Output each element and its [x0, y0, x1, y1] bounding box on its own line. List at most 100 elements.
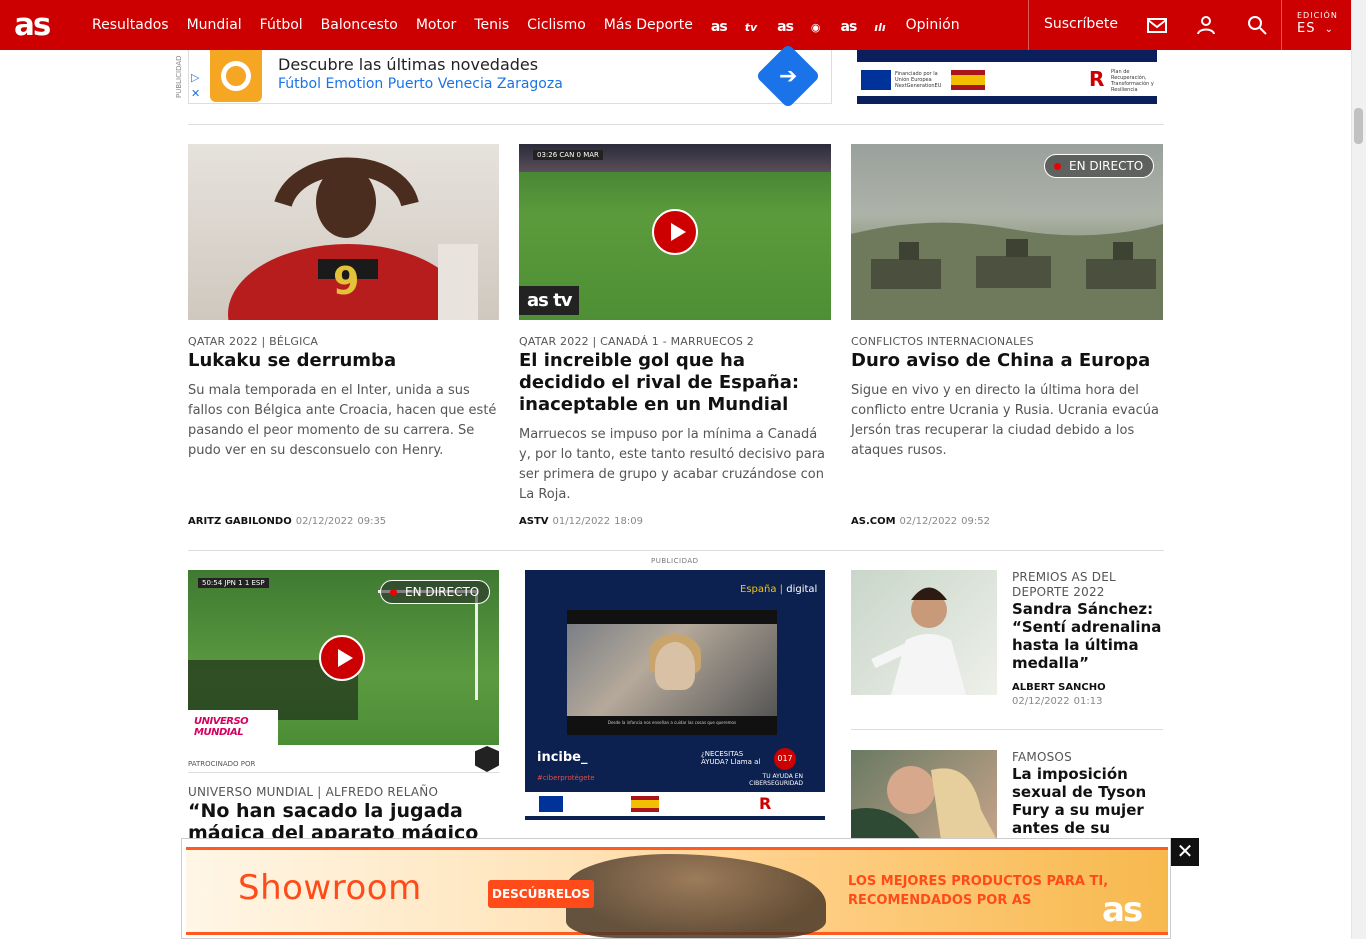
child-face — [655, 642, 695, 690]
play-icon[interactable] — [652, 209, 698, 255]
nav-item-baloncesto[interactable]: Baloncesto — [321, 17, 398, 33]
ad-choices-icon[interactable]: ▷ ✕ — [191, 70, 200, 102]
boot-image — [566, 854, 826, 938]
author-name[interactable]: AS.COM — [851, 516, 896, 527]
article-title[interactable]: El increible gol que ha decidido el riva… — [519, 350, 831, 416]
incibe-logo: incibe_ — [537, 750, 588, 765]
scrollbar-thumb[interactable] — [1354, 108, 1363, 144]
brand-main: as — [840, 19, 858, 35]
nav-as-tv[interactable]: as tv — [711, 14, 757, 36]
audio-icon: ılı — [874, 21, 886, 34]
eu-funding-ad[interactable]: Financiado por la Unión Europea NextGene… — [857, 50, 1157, 104]
nav-item-resultados[interactable]: Resultados — [92, 17, 169, 33]
ad-label: PUBLICIDAD — [175, 55, 183, 99]
help-text: ¿NECESITAS AYUDA? Llama al — [701, 750, 761, 766]
discover-button[interactable]: DESCÚBRELOS — [488, 880, 594, 908]
tyson-fury-photo[interactable] — [851, 750, 997, 840]
nav-as-foto[interactable]: as ◉ — [777, 14, 820, 36]
article-kicker[interactable]: UNIVERSO MUNDIAL | ALFREDO RELAÑO — [188, 785, 438, 799]
nav-as-audio[interactable]: as ılı — [841, 14, 886, 36]
tyson-fury-image — [851, 766, 997, 840]
sandra-sanchez-photo[interactable] — [851, 570, 997, 695]
article-kicker[interactable]: QATAR 2022 | CANADÁ 1 - MARRUECOS 2 — [519, 335, 754, 348]
main-nav: Resultados Mundial Fútbol Baloncesto Mot… — [92, 0, 978, 50]
camera-icon: ◉ — [810, 21, 821, 34]
article-byline: ARITZ GABILONDO 02/12/2022 09:35 — [188, 516, 386, 527]
showroom-banner: Showroom DESCÚBRELOS LOS MEJORES PRODUCT… — [186, 847, 1168, 938]
article-byline: AS.COM 02/12/2022 09:52 — [851, 516, 990, 527]
video-frame: Desde la infancia nos enseñan a cuidar l… — [567, 610, 777, 735]
incibe-ad[interactable]: España | digital Desde la infancia nos e… — [525, 570, 825, 820]
help-number: 017 — [774, 748, 796, 770]
video-caption: Desde la infancia nos enseñan a cuidar l… — [607, 720, 737, 725]
sidebar-kicker[interactable]: PREMIOS AS DEL DEPORTE 2022 — [1012, 570, 1164, 600]
article-date: 02/12/2022 — [295, 516, 354, 527]
page-scrollbar[interactable] — [1351, 0, 1366, 939]
showroom-message: LOS MEJORES PRODUCTOS PARA TI, RECOMENDA… — [848, 874, 1109, 908]
nav-item-ciclismo[interactable]: Ciclismo — [527, 17, 586, 33]
nav-item-opinion[interactable]: Opinión — [906, 17, 960, 33]
live-badge: EN DIRECTO — [1044, 154, 1155, 178]
lukaku-photo[interactable]: 9 — [188, 144, 499, 320]
article-kicker[interactable]: QATAR 2022 | BÉLGICA — [188, 335, 318, 348]
article-summary: Sigue en vivo y en directo la última hor… — [851, 383, 1159, 458]
eu-flag-icon — [539, 796, 563, 812]
scoreboard: 03:26 CAN 0 MAR — [533, 150, 603, 160]
nav-item-futbol[interactable]: Fútbol — [260, 17, 303, 33]
plan-logo: R — [1089, 67, 1105, 91]
edition-label: EDICIÓN — [1297, 11, 1338, 20]
sidebar-author: ALBERT SANCHO — [1012, 682, 1106, 693]
divider — [188, 124, 1164, 125]
brand-text-2: digital — [786, 584, 818, 595]
top-ad-banner[interactable]: PUBLICIDAD ▷ ✕ Descubre las últimas noved… — [175, 43, 832, 109]
search-icon[interactable] — [1246, 14, 1268, 36]
article-time: 18:09 — [614, 516, 643, 527]
sidebar-kicker[interactable]: FAMOSOS — [1012, 750, 1072, 764]
nav-item-mas-deporte[interactable]: Más Deporte — [604, 17, 693, 33]
ad-subline[interactable]: Fútbol Emotion Puerto Venecia Zaragoza — [278, 76, 563, 92]
article-title[interactable]: “No han sacado la jugada mágica del apar… — [188, 800, 499, 840]
subscribe-link[interactable]: Suscríbete — [1044, 16, 1118, 32]
live-badge: EN DIRECTO — [380, 580, 491, 604]
article-time: 09:35 — [357, 516, 387, 527]
edition-value: ES ⌄ — [1297, 21, 1338, 36]
chevron-down-icon: ⌄ — [1324, 24, 1334, 35]
brand-main: as — [710, 19, 728, 35]
sponsor-logo-icon[interactable] — [475, 746, 499, 772]
nav-divider — [1281, 0, 1282, 50]
play-icon[interactable] — [319, 635, 365, 681]
article-date: 02/12/2022 — [899, 516, 958, 527]
nav-divider — [1028, 0, 1029, 50]
top-navigation-bar: as Resultados Mundial Fútbol Baloncesto … — [0, 0, 1351, 50]
article-title[interactable]: Lukaku se derrumba — [188, 350, 499, 372]
user-icon[interactable] — [1195, 14, 1217, 36]
astv-badge: as tv — [519, 286, 580, 315]
article-kicker[interactable]: CONFLICTOS INTERNACIONALES — [851, 335, 1034, 348]
karate-image — [871, 587, 966, 695]
nav-item-motor[interactable]: Motor — [416, 17, 456, 33]
nav-item-mundial[interactable]: Mundial — [187, 17, 242, 33]
divider — [851, 729, 1163, 730]
article-title[interactable]: Duro aviso de China a Europa — [851, 350, 1163, 372]
as-logo[interactable]: as — [14, 8, 51, 42]
plan-logo: R — [759, 794, 772, 813]
author-name[interactable]: ASTV — [519, 516, 549, 527]
hashtag: #ciberprotégete — [537, 774, 595, 782]
article-time: 09:52 — [961, 516, 990, 527]
article-date: 01/12/2022 — [552, 516, 611, 527]
sponsor-label: PATROCINADO POR — [188, 760, 256, 768]
goal-post — [378, 590, 478, 700]
author-name[interactable]: ARITZ GABILONDO — [188, 516, 292, 527]
sidebar-title[interactable]: Sandra Sánchez: “Sentí adrenalina hasta … — [1012, 600, 1164, 672]
author-name[interactable]: ALBERT SANCHO — [1012, 682, 1106, 693]
showroom-sticky-ad[interactable]: Showroom DESCÚBRELOS LOS MEJORES PRODUCT… — [181, 838, 1171, 939]
brand-sub: tv — [744, 21, 758, 34]
nav-item-tenis[interactable]: Tenis — [474, 17, 509, 33]
close-ad-button[interactable]: ✕ — [1171, 838, 1199, 866]
sidebar-date: 02/12/2022 01:13 — [1012, 696, 1102, 707]
article-time: 01:13 — [1073, 696, 1103, 707]
edition-selector[interactable]: EDICIÓN ES ⌄ — [1297, 11, 1338, 36]
eu-strip: R — [525, 792, 825, 818]
mail-icon[interactable] — [1146, 14, 1168, 36]
brand-text: España — [740, 584, 777, 595]
